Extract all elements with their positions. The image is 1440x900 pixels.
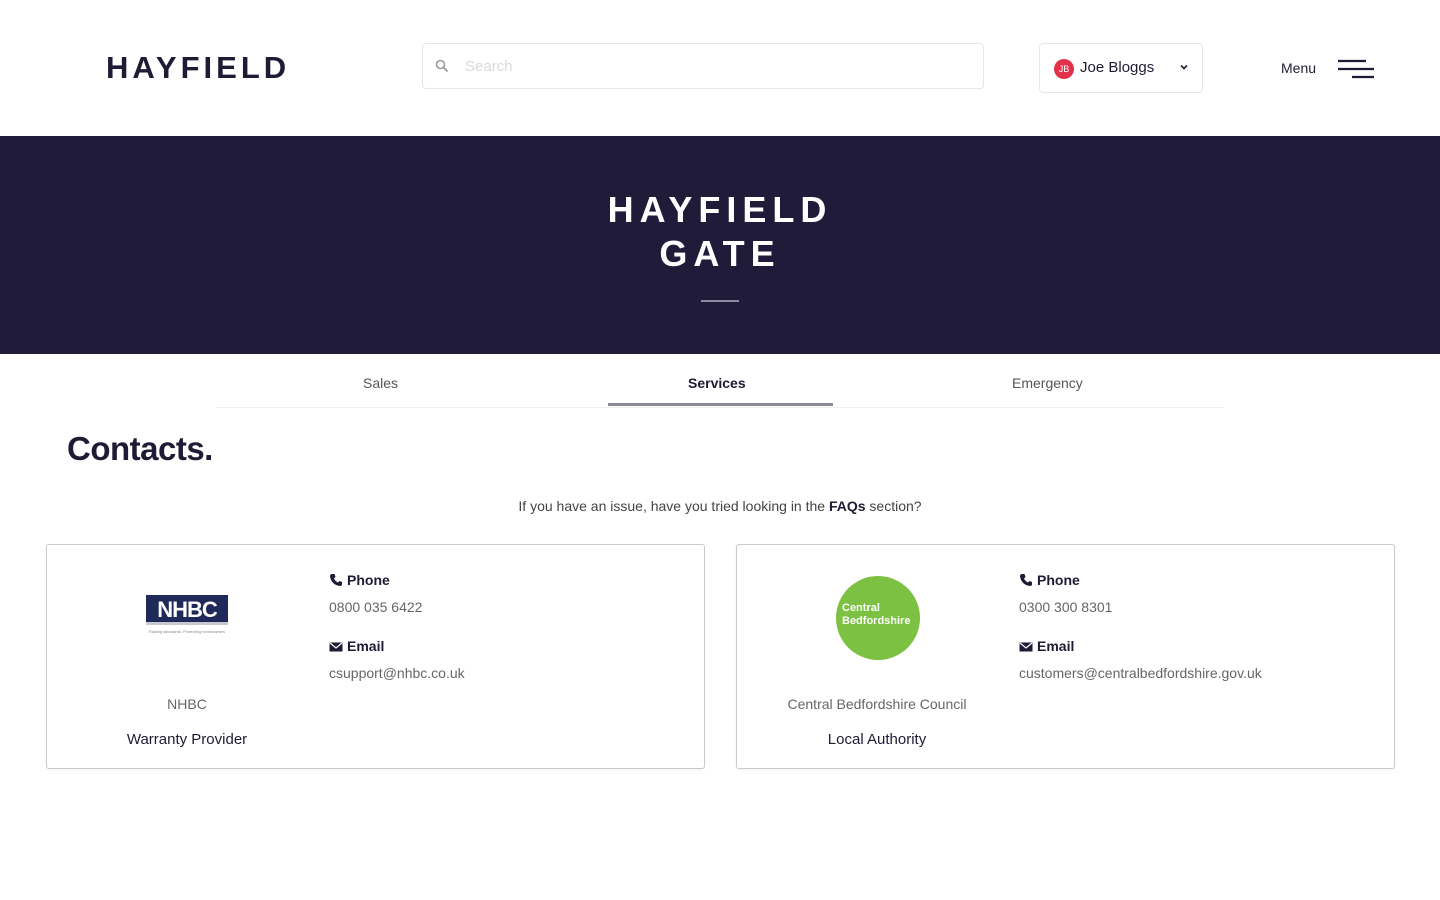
phone-number[interactable]: 0800 035 6422 [329, 599, 422, 615]
faq-suffix: section? [865, 498, 922, 514]
email-address[interactable]: csupport@nhbc.co.uk [329, 665, 465, 681]
logo-text-line2: Bedfordshire [842, 615, 911, 627]
org-name: Central Bedfordshire Council [787, 696, 967, 712]
phone-number[interactable]: 0300 300 8301 [1019, 599, 1112, 615]
email-address[interactable]: customers@centralbedfordshire.gov.uk [1019, 665, 1262, 681]
site-header: HAYFIELD JB Joe Bloggs Menu [0, 0, 1440, 136]
hayfield-logo[interactable]: HAYFIELD [106, 50, 290, 86]
page-title: Contacts. [67, 430, 213, 467]
contact-card-nhbc: NHBC Raising standards. Protecting homeo… [46, 544, 705, 769]
central-bedfordshire-logo: Central Bedfordshire [836, 576, 920, 660]
logo-text-line1: Central [842, 602, 880, 614]
hero-divider [701, 300, 739, 302]
envelope-icon [1019, 642, 1033, 652]
org-role: Warranty Provider [126, 731, 248, 748]
phone-label-text: Phone [1037, 572, 1080, 588]
avatar: JB [1054, 59, 1074, 79]
chevron-down-icon [1180, 64, 1188, 70]
active-tab-indicator [608, 403, 833, 406]
phone-label-text: Phone [347, 572, 390, 588]
phone-label: Phone [1019, 572, 1080, 588]
org-name: NHBC [167, 696, 207, 712]
phone-label: Phone [329, 572, 390, 588]
nhbc-logo: NHBC Raising standards. Protecting homeo… [136, 595, 238, 645]
search-icon [435, 59, 449, 73]
user-dropdown[interactable]: JB Joe Bloggs [1039, 43, 1203, 93]
email-label-text: Email [347, 638, 385, 654]
email-label-text: Email [1037, 638, 1075, 654]
envelope-icon [329, 642, 343, 652]
hero-title-line2: GATE [659, 233, 781, 274]
menu-label[interactable]: Menu [1281, 60, 1316, 76]
contact-card-central-bedfordshire: Central Bedfordshire Central Bedfordshir… [736, 544, 1395, 769]
user-name: Joe Bloggs [1080, 59, 1155, 76]
org-role: Local Authority [827, 731, 927, 748]
email-label: Email [329, 638, 384, 654]
faq-prefix: If you have an issue, have you tried loo… [518, 498, 829, 514]
email-label: Email [1019, 638, 1074, 654]
tab-sales[interactable]: Sales [363, 375, 398, 391]
search-box[interactable] [422, 43, 984, 89]
hero-title-line1: HAYFIELD [607, 189, 833, 230]
tab-services[interactable]: Services [688, 375, 746, 391]
phone-icon [330, 574, 342, 586]
nhbc-logo-mark: NHBC [146, 595, 228, 625]
hero-banner: HAYFIELD GATE [0, 136, 1440, 354]
faq-prompt: If you have an issue, have you tried loo… [0, 498, 1440, 514]
search-input[interactable] [465, 52, 965, 80]
phone-icon [1020, 574, 1032, 586]
nhbc-logo-tagline: Raising standards. Protecting homeowners [148, 629, 226, 634]
faq-link[interactable]: FAQs [829, 498, 866, 514]
contact-tabs: Sales Services Emergency [216, 360, 1224, 408]
tab-emergency[interactable]: Emergency [1012, 375, 1083, 391]
development-title: HAYFIELD GATE [0, 188, 1440, 276]
hamburger-menu-icon[interactable] [1338, 57, 1374, 81]
